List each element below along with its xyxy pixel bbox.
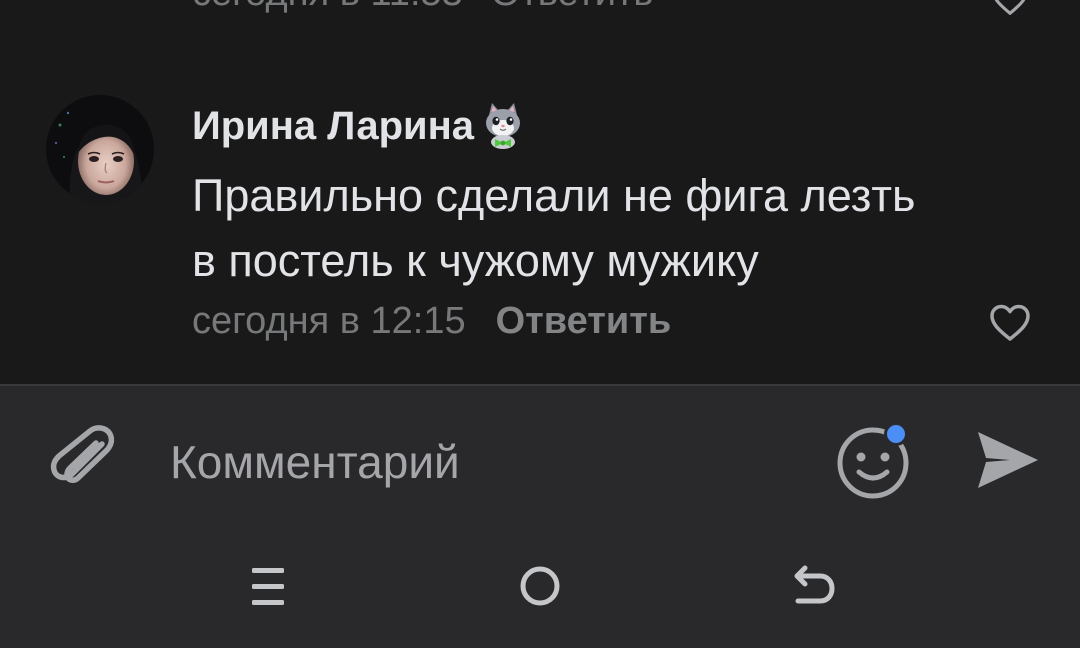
recents-icon[interactable] [238, 556, 298, 616]
comment-meta: сегодня в 12:15 Ответить [192, 300, 671, 343]
comment-text-line: в постель к чужому мужику [192, 235, 759, 286]
comment-timestamp: сегодня в 12:15 [192, 300, 466, 342]
comments-feed[interactable]: сегодня в 11:53 Ответить [0, 0, 1080, 384]
comment-text: Правильно сделали не фига лезть в постел… [192, 163, 1052, 293]
previous-comment-timestamp: сегодня в 11:53 [192, 0, 463, 14]
back-arrow-icon[interactable] [782, 556, 842, 616]
previous-reply-button[interactable]: Ответить [491, 0, 653, 14]
comment-author-name[interactable]: Ирина Ларина [192, 104, 474, 149]
paperclip-icon[interactable] [46, 422, 118, 502]
comment-composer [0, 386, 1080, 648]
previous-comment-meta: сегодня в 11:53 Ответить [192, 0, 653, 15]
cat-sticker-icon [486, 103, 521, 149]
heart-outline-icon[interactable] [988, 303, 1032, 343]
comment-text-line: Правильно сделали не фига лезть [192, 170, 916, 221]
home-circle-icon[interactable] [510, 556, 570, 616]
avatar[interactable] [46, 95, 154, 203]
comments-screen: сегодня в 11:53 Ответить [0, 0, 1080, 648]
comment-input[interactable] [160, 426, 820, 498]
heart-outline-icon[interactable] [990, 0, 1030, 16]
send-arrow-icon[interactable] [972, 426, 1042, 494]
reply-button[interactable]: Ответить [496, 300, 672, 342]
comment-author-row: Ирина Ларина [192, 98, 526, 154]
notification-dot [884, 422, 908, 446]
